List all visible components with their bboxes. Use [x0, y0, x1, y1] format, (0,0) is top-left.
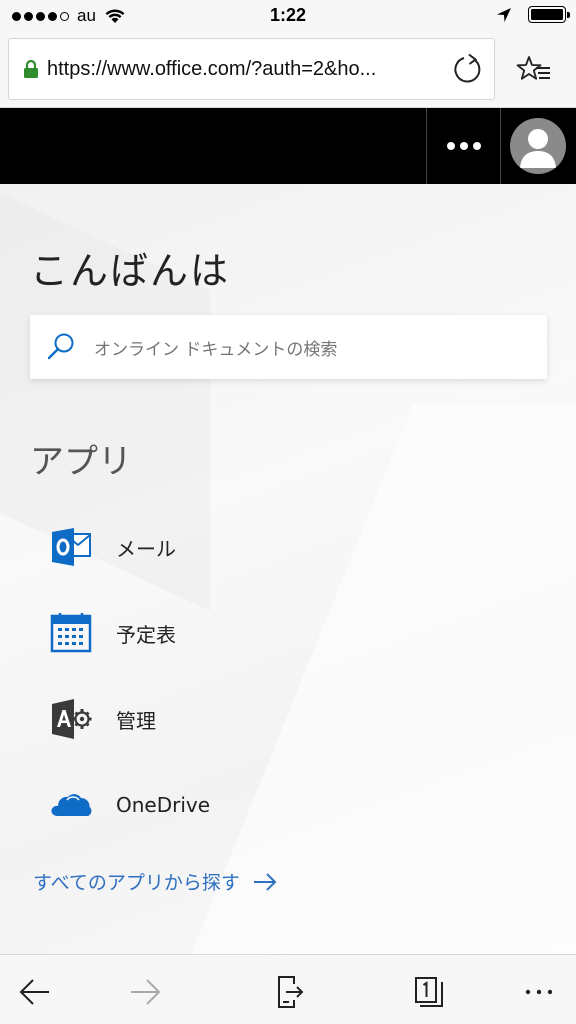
person-icon: [520, 129, 556, 168]
more-options-button[interactable]: [427, 108, 500, 184]
app-onedrive[interactable]: OneDrive: [50, 780, 450, 830]
location-arrow-icon: [497, 7, 511, 22]
tabs-button[interactable]: [412, 975, 446, 1009]
app-label: 管理: [116, 708, 156, 733]
app-label: OneDrive: [116, 793, 211, 817]
greeting-title: こんばんは: [30, 249, 231, 293]
arrow-right-icon: [253, 872, 277, 891]
all-apps-label: すべてのアプリから探す: [33, 872, 240, 894]
main-content: こんばんは オンライン ドキュメントの検索 アプリ メール 予定表 管理 One…: [0, 184, 576, 954]
app-label: 予定表: [116, 622, 176, 647]
reload-icon[interactable]: [452, 53, 484, 85]
more-button[interactable]: [522, 975, 556, 1009]
app-calendar[interactable]: 予定表: [50, 608, 450, 658]
share-icon: [278, 976, 304, 1008]
calendar-icon: [50, 612, 92, 654]
onedrive-icon: [50, 784, 92, 826]
status-right: [496, 6, 570, 23]
all-apps-link[interactable]: すべてのアプリから探す: [33, 868, 278, 895]
outlook-icon: [50, 526, 92, 568]
forward-button[interactable]: [128, 975, 162, 1009]
url-text[interactable]: https://www.office.com/?auth=2&ho...: [47, 58, 442, 81]
battery-icon: [528, 6, 570, 23]
favorites-icon[interactable]: [516, 54, 552, 86]
back-button[interactable]: [18, 975, 52, 1009]
lock-icon: [24, 59, 38, 78]
app-admin[interactable]: 管理: [50, 694, 450, 744]
browser-bottom-bar: [0, 954, 576, 1024]
status-time: 1:22: [269, 5, 307, 25]
share-button[interactable]: [272, 975, 306, 1009]
browser-toolbar: https://www.office.com/?auth=2&ho...: [0, 32, 576, 108]
search-placeholder: オンライン ドキュメントの検索: [94, 339, 338, 360]
status-bar: au 1:22: [0, 0, 576, 32]
document-search-input[interactable]: オンライン ドキュメントの検索: [30, 315, 547, 379]
app-mail[interactable]: メール: [50, 522, 450, 572]
tabs-icon: [415, 977, 443, 1007]
header-divider: [500, 108, 501, 184]
address-bar[interactable]: https://www.office.com/?auth=2&ho...: [8, 38, 495, 100]
ellipsis-icon: [446, 142, 455, 150]
apps-heading: アプリ: [30, 442, 132, 482]
app-label: メール: [116, 536, 176, 561]
arrow-right-icon: [131, 979, 161, 1005]
office-header: [0, 108, 576, 184]
account-avatar[interactable]: [510, 118, 566, 174]
ellipsis-icon: [525, 989, 553, 995]
arrow-left-icon: [19, 979, 49, 1005]
search-icon: [47, 333, 74, 360]
admin-icon: [50, 698, 92, 740]
